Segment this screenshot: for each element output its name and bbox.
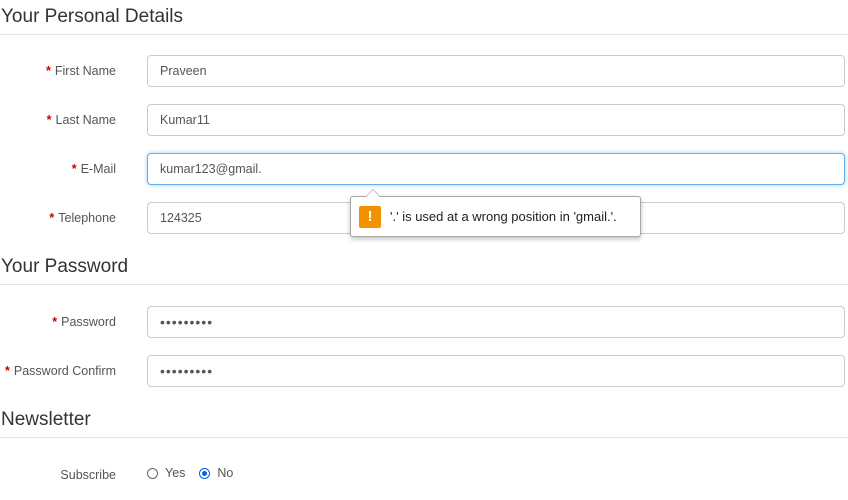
last-name-input[interactable]: Kumar11 [147,104,845,136]
divider [0,437,848,438]
telephone-label-text: Telephone [58,211,116,225]
subscribe-no-label: No [217,466,234,480]
subscribe-yes-option[interactable]: Yes [147,466,185,480]
password-confirm-label: * Password Confirm [5,364,116,378]
required-marker: * [49,211,55,225]
subscribe-yes-label: Yes [165,466,186,480]
required-marker: * [46,113,52,127]
subscribe-no-radio[interactable] [199,467,211,479]
first-name-input[interactable]: Praveen [147,55,845,87]
first-name-label-text: First Name [54,64,116,78]
divider [0,34,848,35]
required-marker: * [5,364,10,378]
password-confirm-input[interactable]: ••••••••• [147,355,845,387]
required-marker: * [46,64,51,78]
email-input[interactable]: kumar123@gmail. [147,153,845,185]
subscribe-yes-radio[interactable] [147,467,158,479]
first-name-label: * First Name [46,64,116,78]
personal-details-heading: Your Personal Details [1,6,184,27]
password-heading: Your Password [1,256,129,277]
email-label: * E-Mail [72,162,116,176]
divider [0,284,848,285]
required-marker: * [52,315,58,329]
password-confirm-label-text: Password Confirm [13,364,116,378]
last-name-label: * Last Name [47,113,116,127]
subscribe-no-option[interactable]: No [199,466,233,480]
email-validation-tooltip: ! '.' is used at a wrong position in 'gm… [350,189,641,237]
password-label-text: Password [61,315,116,329]
last-name-label-text: Last Name [55,113,116,127]
telephone-label: * Telephone [49,211,116,225]
password-label: * Password [52,315,116,329]
subscribe-radio-group: Yes No [147,466,247,480]
password-input[interactable]: ••••••••• [147,306,845,338]
warning-icon: ! [359,205,381,228]
email-label-text: E-Mail [80,162,116,176]
validation-message: '.' is used at a wrong position in 'gmai… [390,209,617,224]
required-marker: * [71,162,77,176]
newsletter-heading: Newsletter [1,409,91,430]
subscribe-label: Subscribe [60,468,116,482]
